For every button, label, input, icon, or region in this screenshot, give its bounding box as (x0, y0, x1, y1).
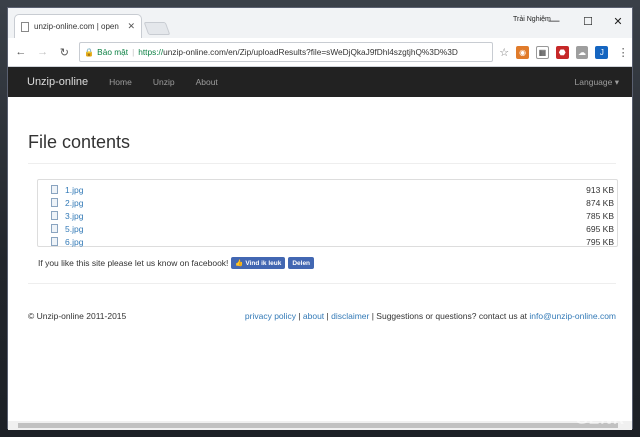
tab-strip: unzip-online.com | open ✕ Trải Nghiệm — … (8, 8, 632, 38)
site-brand[interactable]: Unzip-online (27, 76, 88, 88)
secure-label: Bảo mật (97, 47, 129, 57)
back-arrow-icon[interactable]: ← (12, 43, 30, 61)
adblock-icon[interactable]: ⬣ (555, 45, 569, 59)
scrollbar-thumb[interactable] (18, 423, 618, 428)
address-bar[interactable]: 🔒 Bảo mật | https://unzip-online.com/en/… (79, 42, 494, 62)
file-link[interactable]: 6.jpg (65, 237, 83, 247)
facebook-like-button[interactable]: 👍 Vind ik leuk (231, 257, 286, 269)
browser-tab[interactable]: unzip-online.com | open ✕ (14, 14, 142, 38)
bookmark-star-icon[interactable]: ☆ (499, 46, 509, 59)
j-extension-icon[interactable]: J (595, 45, 609, 59)
file-icon (51, 198, 58, 207)
browser-window: unzip-online.com | open ✕ Trải Nghiệm — … (7, 7, 633, 430)
file-link[interactable]: 2.jpg (65, 198, 83, 208)
file-row[interactable]: 5.jpg 695 KB (51, 222, 614, 235)
page-icon (21, 21, 29, 32)
genk-watermark: GENK (575, 411, 626, 428)
reload-icon[interactable]: ↻ (55, 43, 73, 61)
file-icon (51, 224, 58, 233)
file-link[interactable]: 3.jpg (65, 211, 83, 221)
separator: | (295, 311, 303, 321)
copyright: © Unzip-online 2011-2015 (28, 311, 127, 321)
footer-links: privacy policy | about | disclaimer | Su… (245, 311, 616, 321)
divider (28, 163, 616, 164)
tab-title: unzip-online.com | open (34, 22, 119, 31)
file-link[interactable]: 5.jpg (65, 224, 83, 234)
suggestions-text: | Suggestions or questions? contact us a… (369, 311, 530, 321)
new-tab-button[interactable] (143, 22, 171, 35)
language-dropdown[interactable]: Language ▾ (575, 77, 619, 88)
divider (28, 283, 616, 284)
close-window-button[interactable]: ✕ (605, 12, 631, 30)
file-icon (51, 185, 58, 194)
nav-about[interactable]: About (196, 77, 218, 87)
page-content: File contents 1.jpg 913 KB 2.jpg 874 KB … (8, 97, 632, 430)
file-row[interactable]: 2.jpg 874 KB (51, 196, 614, 209)
nav-home[interactable]: Home (109, 77, 132, 87)
file-size: 874 KB (586, 197, 614, 208)
menu-icon[interactable]: ⋮ (614, 43, 632, 61)
horizontal-scrollbar[interactable] (8, 421, 632, 430)
browser-toolbar: ← → ↻ 🔒 Bảo mật | https://unzip-online.c… (8, 38, 632, 67)
file-list: 1.jpg 913 KB 2.jpg 874 KB 3.jpg 785 KB 5… (37, 179, 618, 247)
extension-icon[interactable]: ◉ (516, 45, 529, 59)
maximize-button[interactable]: ☐ (575, 12, 601, 30)
about-link[interactable]: about (303, 311, 324, 321)
file-row[interactable]: 6.jpg 795 KB (51, 235, 614, 248)
file-icon (51, 211, 58, 220)
tab-close-icon[interactable]: ✕ (127, 21, 135, 32)
url-scheme: https:// (138, 47, 164, 57)
file-size: 913 KB (586, 184, 614, 195)
nav-unzip[interactable]: Unzip (153, 77, 175, 87)
cloud-extension-icon[interactable]: ☁ (575, 45, 589, 59)
privacy-policy-link[interactable]: privacy policy (245, 311, 296, 321)
facebook-share-button[interactable]: Delen (288, 257, 315, 269)
file-row[interactable]: 1.jpg 913 KB (51, 183, 614, 196)
file-icon (51, 237, 58, 246)
disclaimer-link[interactable]: disclaimer (331, 311, 369, 321)
facebook-prompt: If you like this site please let us know… (38, 257, 315, 269)
file-size: 785 KB (586, 210, 614, 221)
forward-arrow-icon[interactable]: → (34, 43, 52, 61)
url-text: unzip-online.com/en/Zip/uploadResults?fi… (163, 47, 458, 57)
separator: | (132, 47, 135, 57)
facebook-text: If you like this site please let us know… (38, 258, 229, 268)
file-size: 695 KB (586, 223, 614, 234)
file-size: 795 KB (586, 236, 614, 247)
email-link[interactable]: info@unzip-online.com (529, 311, 616, 321)
site-navbar: Unzip-online Home Unzip About Language ▾ (8, 67, 632, 97)
page-title: File contents (28, 132, 131, 152)
file-row[interactable]: 3.jpg 785 KB (51, 209, 614, 222)
minimize-button[interactable]: — (541, 12, 567, 30)
lock-icon: 🔒 (84, 47, 95, 57)
file-link[interactable]: 1.jpg (65, 185, 83, 195)
qr-code-icon[interactable]: ▦ (535, 45, 549, 59)
